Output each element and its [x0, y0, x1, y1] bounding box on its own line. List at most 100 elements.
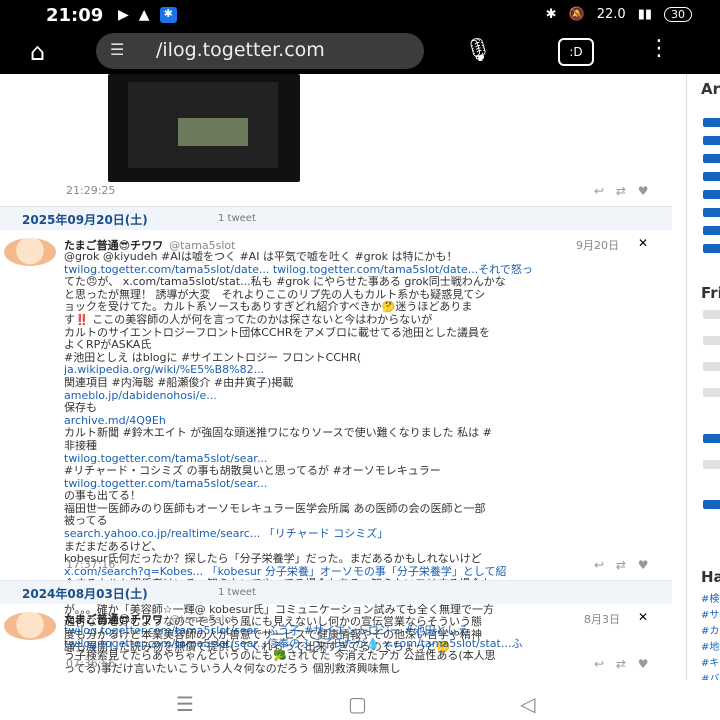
tweet-line: twilog.togetter.com/tama5slot/date... tw… [64, 263, 533, 276]
date-header: 2024年08月03日(土) 1 tweet [0, 580, 672, 604]
tweet-time[interactable]: 07:36:56 [66, 657, 115, 670]
screenshot-frame [128, 82, 278, 168]
tweet-line: 非接種 [64, 439, 97, 452]
tweet-line: x.com/search?q=Kobes... 「kobesur 分子栄養」オー… [64, 565, 507, 578]
more-menu-icon[interactable]: ⋮ [648, 36, 670, 61]
tweet-line: ってる)事だけ言いたいこういう人々何なのだろう 個別救済興味無し [64, 662, 401, 675]
date-header-count: 1 tweet [218, 213, 256, 224]
home-nav-icon[interactable]: ▢ [348, 692, 367, 716]
battery-level: 30 [671, 8, 685, 21]
sidebar-friend-item[interactable] [703, 460, 720, 469]
sidebar-archive-item[interactable] [703, 244, 720, 253]
microphone-icon[interactable]: 🎙 [464, 38, 492, 63]
youtube-icon: ▶ [118, 7, 129, 23]
sidebar-friend-item[interactable] [703, 500, 720, 509]
tweet-line: 保存も [64, 402, 97, 415]
date-header-count: 1 tweet [218, 587, 256, 598]
status-bar: 21:09 ▶ ▲ ✱ ✱ 🔕 22.0 ▮▮ 30 [0, 0, 720, 32]
avatar[interactable] [4, 238, 56, 266]
sidebar-heading-hashtags: Ha [701, 568, 720, 586]
sidebar-archive-item[interactable] [703, 190, 720, 199]
mute-icon: 🔕 [568, 7, 585, 22]
sidebar-archive-item[interactable] [703, 154, 720, 163]
tab-switcher-button[interactable]: :D [558, 38, 594, 66]
tweet-line: twilog.togetter.com/tama5slot/sear... [64, 477, 268, 490]
tweet-line: う子検索見てたらあやちゃんというのにも🥦されてた 今消えたアカ 公益性ある(本人… [64, 650, 496, 663]
tweet-time[interactable]: 17:37:16 [66, 558, 115, 571]
tweet-line: カルトのサイエントロジーフロント団体CCHRをアメブロに載せてる池田とした議員を [64, 326, 490, 339]
tweet-line: twilog.togetter.com/tama5slot/sear...ふう子… [64, 625, 469, 637]
sidebar-archive-item[interactable] [703, 172, 720, 181]
embedded-photo [178, 118, 248, 146]
system-nav-bar: ☰ ▢ ◁ [0, 686, 720, 720]
sidebar-heading-friends: Fri [701, 284, 720, 302]
sidebar-friend-item[interactable] [703, 388, 720, 397]
tweet-line: の事も出てる！ [64, 490, 141, 503]
sidebar-hashtag-link[interactable]: #検 [701, 590, 719, 605]
tweet-actions[interactable]: ↩ ⇄ ♥ [594, 657, 653, 671]
date-header: 2025年09月20日(土) 1 tweet [0, 206, 672, 230]
sidebar-archive-item[interactable] [703, 118, 720, 127]
x-logo-icon[interactable]: ✕ [638, 236, 648, 250]
status-time: 21:09 [46, 5, 104, 26]
bluetooth-icon: ✱ [545, 7, 557, 22]
url-text[interactable]: /ilog.togetter.com [156, 39, 325, 61]
tweet-actions[interactable]: ↩ ⇄ ♥ [594, 184, 653, 198]
sidebar-hashtag-link[interactable]: #バ [701, 670, 719, 680]
sidebar-friend-item[interactable] [703, 362, 720, 371]
x-logo-icon[interactable]: ✕ [638, 610, 648, 624]
sidebar-archive-item[interactable] [703, 226, 720, 235]
tweet-actions[interactable]: ↩ ⇄ ♥ [594, 558, 653, 572]
tweet-line: 福田世一医師みのり医師もオーソモレキュラー医学会所属 あの医師の会の医師と一部 [64, 502, 486, 515]
tweet-image[interactable] [108, 74, 300, 182]
tweet-line: twilog.togetter.com/tama5slot/sear... [64, 452, 268, 465]
tweet-timeline: 21:29:25 ↩ ⇄ ♥ 2025年09月20日(土) 1 tweet たま… [0, 74, 672, 680]
sidebar-heading-archive: Ar [701, 80, 720, 98]
sidebar-friend-item[interactable] [703, 310, 720, 319]
tweet-line: ja.wikipedia.org/wiki/%E5%B8%82... [64, 364, 265, 377]
tweet-body: twilog.togetter.com/tama5slot/sear...ふう子… [64, 625, 650, 675]
net-speed: 22.0 [597, 7, 626, 22]
avatar[interactable] [4, 612, 56, 640]
browser-toolbar: ⌂ ☰ /ilog.togetter.com 🎙 :D ⋮ [0, 32, 720, 74]
notification-badge-icon: ✱ [159, 7, 177, 23]
status-right-icons: ✱ 🔕 22.0 ▮▮ 30 [546, 7, 692, 22]
tweet-line: よくRPがASKA氏 [64, 339, 152, 352]
sidebar-hashtag-link[interactable]: #カ [701, 622, 719, 637]
sidebar-friend-item[interactable] [703, 336, 720, 345]
tweet-line: search.yahoo.co.jp/realtime/searc... 「リチ… [64, 528, 389, 541]
tweet-line: カルト新聞 #鈴木エイト が強固な頭迷推ワになりソースで使い難くなりました 私は… [64, 427, 492, 440]
site-settings-icon[interactable]: ☰ [110, 40, 124, 59]
date-header-date[interactable]: 2024年08月03日(土) [22, 585, 148, 602]
back-icon[interactable]: ◁ [520, 692, 535, 716]
tweet-line: @grok @kiyudeh #AIは嘘をつく #AI は平気で嘘を吐く #gr… [64, 251, 458, 263]
date-header-date[interactable]: 2025年09月20日(土) [22, 211, 148, 228]
tweet-line: 被ってる [64, 515, 108, 528]
tweet-line: ョックを受けてた。カルト系ソースもありすぎどれ紹介すべきか🤔迷うほどありま [64, 301, 473, 314]
sidebar-archive-item[interactable] [703, 136, 720, 145]
tweet-line: てた😠が、 x.com/tama5slot/stat...私も #grok にや… [64, 276, 506, 289]
address-bar[interactable]: ☰ /ilog.togetter.com [96, 33, 424, 69]
right-sidebar: Ar Fri Ha #検 #サ #カ #地 #キ #バ [686, 74, 720, 680]
sidebar-hashtag-link[interactable]: #キ [701, 654, 719, 669]
signal-icon: ▮▮ [637, 7, 652, 22]
recent-apps-icon[interactable]: ☰ [176, 692, 194, 716]
tweet-line: と思ったが無理！ 誘導が大変 それよりここのリプ先の人もカルト系かも疑惑見てシ [64, 288, 486, 301]
tweet-line: #リチャード・コシミズ の事も胡散臭いと思ってるが #オーソモレキュラー [64, 465, 441, 478]
tweet-line: 関連項目 #内海聡 #船瀬俊介 #由井寅子)掲載 [64, 376, 294, 389]
tweet-line: まだまだあるけど、 [64, 540, 163, 553]
tweet-time[interactable]: 21:29:25 [66, 184, 115, 197]
sidebar-hashtag-link[interactable]: #地 [701, 638, 719, 653]
sidebar-archive-item[interactable] [703, 208, 720, 217]
net-speed-value: 22.0 [596, 7, 626, 22]
tweet-line: ameblo.jp/dabidenohosi/e... [64, 389, 217, 402]
tweet-line: す‼️ ここの美容師の人が何を言ってたのかは探さないと今はわからないが [64, 313, 433, 326]
battery-icon: 30 [664, 7, 692, 22]
sidebar-friend-item[interactable] [703, 434, 720, 443]
warning-icon: ▲ [138, 7, 150, 23]
status-left-icons: ▶ ▲ ✱ [118, 7, 177, 23]
sidebar-hashtag-link[interactable]: #サ [701, 606, 719, 621]
tweet-line: #池田としえ はblogに #サイエントロジー フロントCCHR( [64, 351, 362, 364]
home-icon[interactable]: ⌂ [30, 38, 64, 68]
tweet-line: archive.md/4Q9Eh [64, 414, 166, 427]
